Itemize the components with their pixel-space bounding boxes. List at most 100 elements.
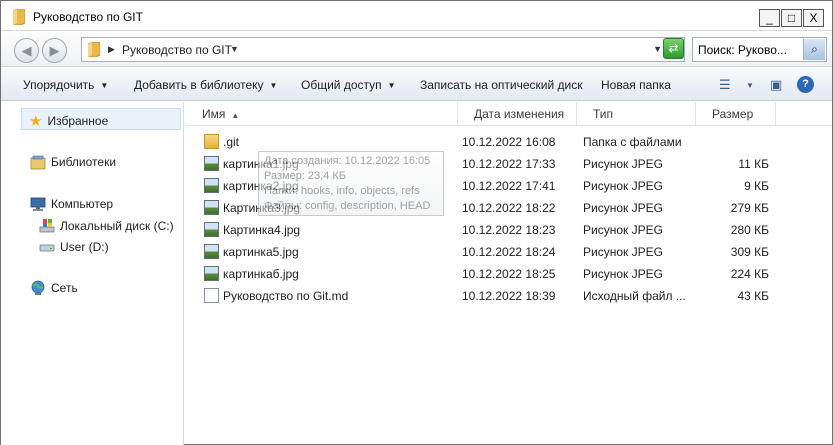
cell-type: Исходный файл ... <box>583 289 686 303</box>
cell-type: Рисунок JPEG <box>583 201 663 215</box>
star-icon: ★ <box>29 113 43 130</box>
chevron-down-icon: ▼ <box>387 81 396 90</box>
library-icon <box>30 155 46 170</box>
image-icon <box>204 200 219 215</box>
add-to-library-menu[interactable]: Добавить в библиотеку ▼ <box>134 78 277 92</box>
close-button[interactable]: X <box>803 9 824 27</box>
cell-date: 10.12.2022 18:39 <box>462 289 556 303</box>
nav-item-label: Компьютер <box>51 197 114 211</box>
nav-item-network[interactable]: Сеть <box>30 280 78 296</box>
nav-item-label: Локальный диск (C:) <box>60 219 174 233</box>
folder-info-tooltip: Дата создания: 10.12.2022 16:05 Размер: … <box>258 151 444 216</box>
cell-size: 309 КБ <box>730 245 769 259</box>
breadcrumb-separator-icon[interactable]: ▶ <box>108 44 115 55</box>
share-menu[interactable]: Общий доступ ▼ <box>301 78 396 92</box>
search-input[interactable]: Поиск: Руково... <box>698 43 787 57</box>
burn-button[interactable]: Записать на оптический диск <box>420 78 583 92</box>
windows-drive-icon <box>39 219 55 233</box>
chevron-down-icon[interactable]: ▼ <box>230 44 239 54</box>
cell-type: Рисунок JPEG <box>583 179 663 193</box>
cell-date: 10.12.2022 16:08 <box>462 135 556 149</box>
address-row: ◀ ▶ ▶ Руководство по GIT ▼ ▼ ⇄ Поиск: Ру… <box>1 32 832 67</box>
cell-size: 279 КБ <box>730 201 769 215</box>
column-header-type[interactable]: Тип <box>577 102 696 126</box>
cell-size: 9 КБ <box>744 179 769 193</box>
maximize-button[interactable]: □ <box>781 9 802 27</box>
cell-name: картинкаб.jpg <box>223 267 299 281</box>
address-bar[interactable]: ▶ Руководство по GIT ▼ ▼ <box>81 37 685 62</box>
window-controls: _ □ X <box>758 9 824 27</box>
cell-type: Рисунок JPEG <box>583 157 663 171</box>
breadcrumb-current[interactable]: Руководство по GIT <box>122 43 232 57</box>
search-box[interactable]: Поиск: Руково... ⌕ <box>692 37 827 62</box>
column-header-size[interactable]: Размер <box>696 102 776 126</box>
cell-name: Руководство по Git.md <box>223 289 349 303</box>
organize-menu[interactable]: Упорядочить ▼ <box>23 78 108 92</box>
folder-icon <box>13 9 25 25</box>
explorer-window: Руководство по GIT _ □ X ◀ ▶ ▶ Руководст… <box>0 0 833 445</box>
tooltip-line: Дата создания: 10.12.2022 16:05 <box>264 155 431 167</box>
back-icon: ◀ <box>21 42 32 58</box>
address-history-dropdown-icon[interactable]: ▼ <box>653 44 662 54</box>
table-row[interactable]: картинкаб.jpg 10.12.2022 18:25 Рисунок JPE… <box>186 263 786 285</box>
cell-name: Картинка4.jpg <box>223 223 301 237</box>
nav-item-local-disk[interactable]: Локальный диск (C:) <box>39 218 174 234</box>
image-icon <box>204 178 219 193</box>
help-icon[interactable]: ? <box>797 76 814 93</box>
nav-item-favorites[interactable]: ★ Избранное <box>29 112 108 130</box>
tooltip-line: Папки: hooks, info, objects, refs <box>264 185 420 197</box>
cell-size: 11 КБ <box>738 157 769 171</box>
folder-icon <box>204 134 219 149</box>
cell-name: .git <box>223 135 240 149</box>
column-header-row: Имя ▲ Дата изменения Тип Размер <box>186 102 832 126</box>
chevron-down-icon: ▼ <box>100 81 109 90</box>
cell-type: Рисунок JPEG <box>583 223 663 237</box>
cell-type: Рисунок JPEG <box>583 267 663 281</box>
nav-item-label: Сеть <box>51 281 78 295</box>
view-options-icon[interactable]: ☰ <box>719 77 731 93</box>
cell-size: 280 КБ <box>730 223 769 237</box>
cell-type: Рисунок JPEG <box>583 245 663 259</box>
chevron-down-icon[interactable]: ▼ <box>746 81 754 90</box>
window-title: Руководство по GIT <box>33 10 143 24</box>
search-button[interactable]: ⌕ <box>803 39 825 60</box>
table-row[interactable]: картинка5.jpg 10.12.2022 18:24 Рисунок JPE… <box>186 241 786 263</box>
nav-item-libraries[interactable]: Библиотеки <box>30 154 116 170</box>
column-header-name[interactable]: Имя ▲ <box>186 102 458 126</box>
tooltip-line: Размер: 23,4 КБ <box>264 170 347 182</box>
table-row[interactable]: Картинка4.jpg 10.12.2022 18:23 Рисунок JPE… <box>186 219 786 241</box>
refresh-button[interactable]: ⇄ <box>663 38 684 59</box>
image-icon <box>204 222 219 237</box>
back-button[interactable]: ◀ <box>14 38 39 63</box>
cell-date: 10.12.2022 18:22 <box>462 201 556 215</box>
cell-type: Папка с файлами <box>583 135 682 149</box>
command-bar: Упорядочить ▼ Добавить в библиотеку ▼ Общи… <box>1 68 832 101</box>
cell-date: 10.12.2022 17:41 <box>462 179 556 193</box>
computer-icon <box>30 197 46 211</box>
column-header-date[interactable]: Дата изменения <box>458 102 577 126</box>
cell-size: 224 КБ <box>730 267 769 281</box>
preview-pane-icon[interactable]: ▣ <box>770 77 782 93</box>
nav-item-label: Избранное <box>47 114 109 128</box>
title-bar[interactable]: Руководство по GIT _ □ X <box>1 1 832 31</box>
table-row[interactable]: Руководство по Git.md 10.12.2022 18:39 Исх… <box>186 285 786 307</box>
forward-icon: ▶ <box>49 42 60 58</box>
nav-item-user-disk[interactable]: User (D:) <box>39 239 109 255</box>
cell-name: картинка5.jpg <box>223 245 299 259</box>
cell-size: 43 КБ <box>737 289 769 303</box>
image-icon <box>204 266 219 281</box>
table-row[interactable]: .git 10.12.2022 16:08 Папка с файлами <box>186 131 786 153</box>
image-icon <box>204 156 219 171</box>
cell-date: 10.12.2022 18:25 <box>462 267 556 281</box>
refresh-icon: ⇄ <box>668 41 679 55</box>
nav-item-label: User (D:) <box>60 240 109 254</box>
minimize-button[interactable]: _ <box>759 9 780 27</box>
forward-button[interactable]: ▶ <box>42 38 67 63</box>
organize-label: Упорядочить <box>23 78 95 92</box>
cell-date: 10.12.2022 18:23 <box>462 223 556 237</box>
navigation-pane: ★ Избранное Библиотеки Компьютер Локальн… <box>1 102 184 445</box>
new-folder-button[interactable]: Новая папка <box>601 78 671 92</box>
cell-date: 10.12.2022 17:33 <box>462 157 556 171</box>
nav-item-computer[interactable]: Компьютер <box>30 196 113 212</box>
chevron-down-icon: ▼ <box>269 81 278 90</box>
